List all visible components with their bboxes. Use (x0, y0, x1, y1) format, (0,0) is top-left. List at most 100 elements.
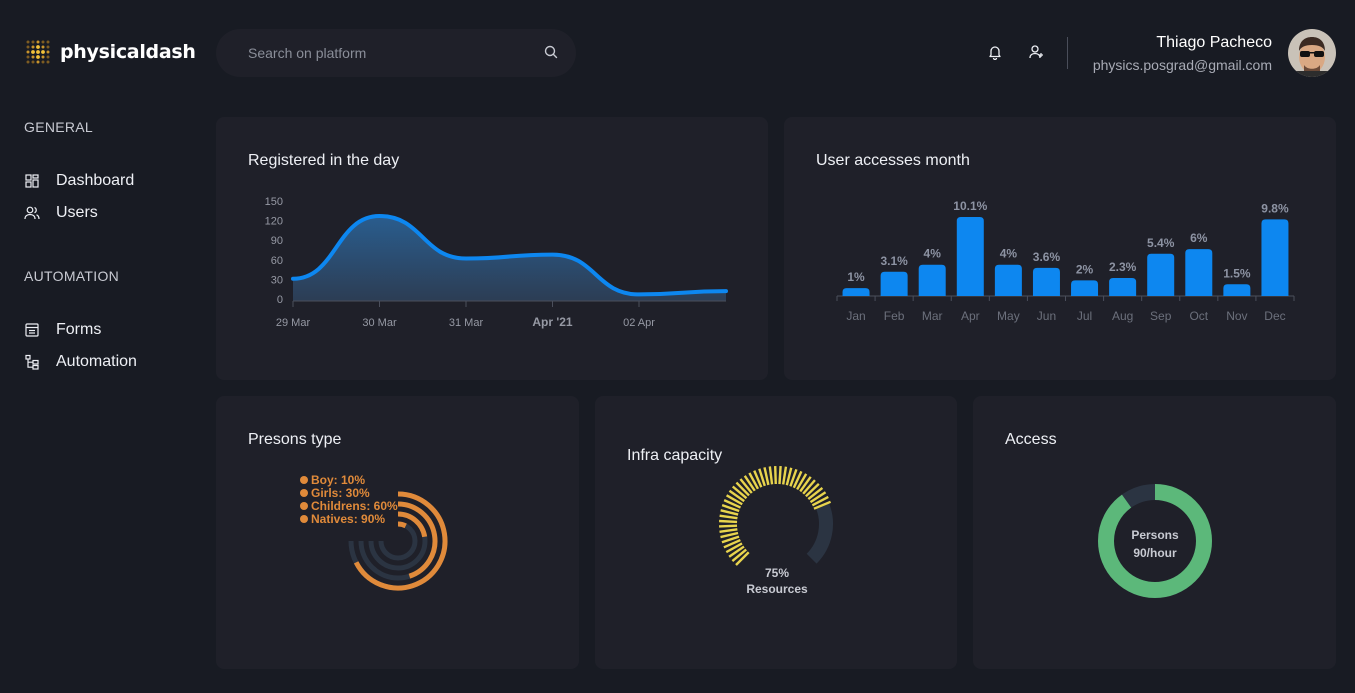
sidebar-item-forms[interactable]: Forms (24, 321, 101, 339)
sidebar-item-automation[interactable]: Automation (24, 353, 137, 371)
x-tick-label: Apr '21 (532, 315, 573, 329)
gauge-segment (768, 466, 774, 485)
logo-dot (26, 50, 30, 54)
logo-dot (46, 60, 50, 64)
radial-bar-chart: Boy: 10%Girls: 30%Childrens: 60%Natives:… (300, 473, 448, 591)
bar-data-label: 2% (1076, 262, 1094, 276)
bar (994, 264, 1022, 296)
legend-marker (300, 489, 308, 497)
logo-dot (36, 60, 40, 64)
gauge-segment (763, 467, 770, 486)
sidebar-item-dashboard[interactable]: Dashboard (24, 172, 134, 190)
x-tick-label: 31 Mar (449, 317, 484, 329)
logo-dot (46, 55, 50, 59)
radial-bar (397, 521, 407, 529)
x-tick-label: Jun (1037, 309, 1056, 323)
bar (1261, 219, 1289, 296)
bar (918, 264, 946, 296)
logo-dot (36, 50, 40, 54)
gauge-label: Resources (746, 582, 808, 596)
x-tick-label: Feb (884, 309, 905, 323)
bar-data-label: 6% (1190, 231, 1208, 245)
x-tick-label: 29 Mar (276, 317, 311, 329)
donut-chart: Persons 90/hour (1098, 484, 1212, 598)
sidebar-item-label: Users (56, 204, 98, 221)
logo-dot (26, 45, 30, 49)
logo-dot (41, 50, 45, 54)
logo-dot (31, 40, 35, 44)
logo-dot (31, 50, 35, 54)
sidebar-item-users[interactable]: Users (24, 204, 98, 222)
logo-dot (46, 50, 50, 54)
gauge-segment (719, 519, 738, 524)
logo-dot (26, 55, 30, 59)
bar-data-label: 10.1% (953, 199, 987, 213)
bar-data-label: 2.3% (1109, 260, 1137, 274)
search-icon[interactable] (544, 45, 558, 64)
bar-data-label: 5.4% (1147, 236, 1175, 250)
gauge-segment (781, 466, 788, 485)
logo-text: physicaldash (60, 41, 196, 63)
legend-label: Natives: 90% (311, 512, 385, 526)
logo-dot (46, 40, 50, 44)
bar (1185, 249, 1213, 296)
x-tick-label: Apr (961, 309, 980, 323)
sidebar-section-automation: AUTOMATION (24, 268, 120, 284)
x-tick-label: Sep (1150, 309, 1172, 323)
x-tick-label: Dec (1264, 309, 1285, 323)
logo-dot (31, 45, 35, 49)
bar-data-label: 1.5% (1223, 266, 1251, 280)
y-tick-label: 0 (277, 294, 283, 306)
logo-dot (26, 60, 30, 64)
logo[interactable]: physicaldash (24, 38, 196, 66)
area-chart: 0 30 60 90 120 150 29 Mar 30 Mar 31 Mar Apr '21 02… (265, 196, 728, 329)
bar (1147, 253, 1175, 296)
automation-icon (25, 354, 39, 370)
gauge-track (806, 502, 833, 564)
sidebar-item-label: Dashboard (56, 172, 135, 189)
legend-marker (300, 476, 308, 484)
bar (880, 271, 908, 296)
search-bar[interactable] (216, 29, 576, 77)
legend-label: Childrens: 60% (311, 499, 398, 513)
logo-dot (31, 55, 35, 59)
sidebar-item-label: Forms (56, 321, 102, 338)
x-tick-label: Jan (846, 309, 865, 323)
x-tick-label: Nov (1226, 309, 1247, 323)
legend-marker (300, 515, 308, 523)
x-tick-label: Jul (1077, 309, 1092, 323)
card-accesses: User accesses month 1% Jan 3.1% Feb 4% Mar 10.… (784, 117, 1336, 380)
bar-data-label: 4% (1000, 247, 1018, 261)
logo-dot (41, 45, 45, 49)
gauge-value: 75% (765, 566, 789, 580)
y-tick-label: 60 (271, 255, 283, 267)
y-tick-label: 90 (271, 235, 283, 247)
bar-data-label: 1% (847, 270, 865, 284)
forms-icon (25, 323, 39, 337)
user-name: Thiago Pacheco (1156, 34, 1272, 51)
bar (1223, 284, 1251, 296)
gauge-segment (720, 531, 739, 539)
legend-marker (300, 502, 308, 510)
x-tick-label: Aug (1112, 309, 1133, 323)
y-tick-label: 150 (265, 196, 283, 208)
avatar[interactable] (1288, 29, 1336, 77)
gauge-segment (719, 514, 738, 520)
gauge-segment (774, 465, 777, 485)
card-persons: Presons type Boy: 10% Girls: 30% Childrens… (216, 396, 579, 669)
bar-data-label: 9.8% (1261, 201, 1289, 215)
gauge-segment (718, 524, 738, 528)
logo-icon (26, 40, 50, 64)
bar (842, 288, 870, 296)
bar-data-label: 3.1% (880, 254, 908, 268)
x-tick-label: 30 Mar (362, 317, 397, 329)
logo-dot (46, 45, 50, 49)
bell-icon[interactable] (988, 44, 1002, 65)
search-input[interactable] (248, 29, 528, 77)
add-user-icon[interactable] (1028, 44, 1044, 65)
legend-label: Boy: 10% (311, 473, 365, 487)
gauge-segment (719, 528, 738, 533)
y-tick-label: 120 (265, 216, 283, 228)
x-tick-label: 02 Apr (623, 317, 655, 329)
logo-dot (36, 40, 40, 44)
